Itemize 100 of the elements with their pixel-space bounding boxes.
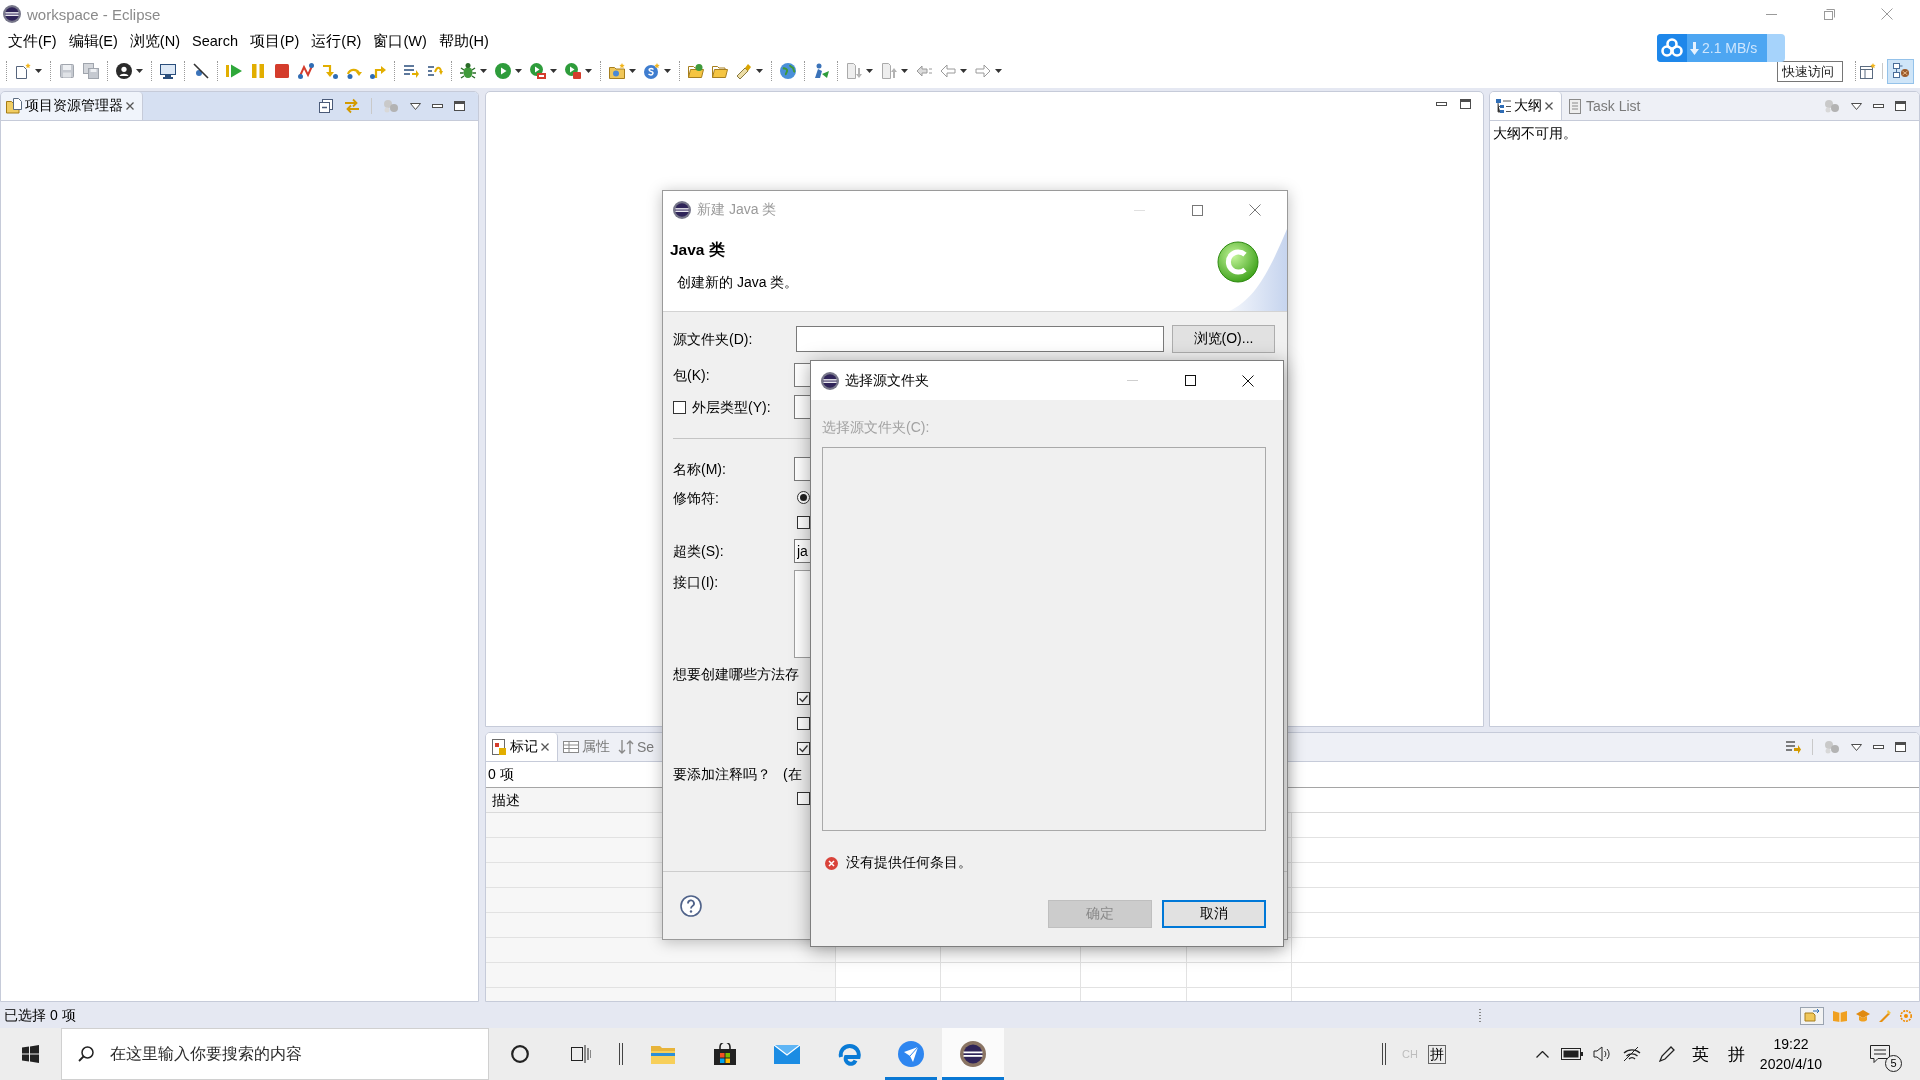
panel-tab[interactable]: Se [613,733,658,761]
menu-item[interactable]: 运行(R) [305,29,368,53]
quick-access-field[interactable]: 快速访问 [1777,60,1843,82]
lines-arrow-icon[interactable] [1785,739,1801,755]
arrow-lines-icon[interactable] [916,63,932,79]
minimize-icon[interactable] [1873,745,1884,749]
caret-icon[interactable] [585,69,592,73]
notification-icon[interactable] [1870,1045,1890,1063]
search-field[interactable]: 在这里输入你要搜索的内容 [61,1028,489,1080]
perspective-button[interactable] [1887,58,1914,84]
view-menu-icon[interactable] [410,102,421,110]
view-menu-icon[interactable] [1851,102,1862,110]
menu-item[interactable]: Search [186,31,244,51]
minimize-icon[interactable] [1436,102,1447,106]
volume-icon[interactable] [1592,1046,1610,1062]
battery-icon[interactable] [1561,1048,1583,1060]
menu-item[interactable]: 项目(P) [243,29,306,53]
bar-play-icon[interactable] [226,63,242,79]
menu-item[interactable]: 帮助(H) [432,29,495,53]
lines-arrow-icon[interactable] [403,63,419,79]
panel-tab[interactable]: 标记 [486,733,558,761]
user-circle-icon[interactable] [116,63,132,79]
caret-icon[interactable] [136,69,143,73]
menu-item[interactable]: 文件(F) [2,29,63,53]
maximize-icon[interactable] [1895,101,1906,111]
caret-icon[interactable] [664,69,671,73]
crossed-dot-icon[interactable] [193,63,209,79]
input-language[interactable]: 英 [1691,1042,1709,1066]
maximize-icon[interactable] [1184,375,1196,386]
caret-icon[interactable] [35,69,42,73]
close-icon[interactable] [1242,374,1254,387]
figure-arrow-icon[interactable] [813,63,829,79]
dialog-button[interactable]: 取消 [1162,900,1266,928]
new-file-icon[interactable] [15,63,31,79]
folder-icon[interactable] [651,1044,675,1064]
ring-icon[interactable] [511,1045,529,1063]
close-icon[interactable] [1545,102,1553,110]
stop-icon[interactable] [274,63,290,79]
checkbox[interactable] [797,792,810,805]
view-menu-icon[interactable] [1851,743,1862,751]
checkbox[interactable] [673,400,686,414]
maximize-icon[interactable] [1460,99,1471,109]
task-view-icon[interactable] [570,1045,591,1063]
radio-button[interactable] [797,491,810,504]
zigzag-icon[interactable] [298,63,314,79]
restore-icon[interactable] [1823,8,1835,20]
ime-mode-indicator[interactable]: 拼 [1428,1044,1446,1064]
caret-icon[interactable] [960,69,967,73]
checkbox[interactable] [797,692,810,705]
browser-icon[interactable] [837,1042,861,1066]
play-badge-icon[interactable] [530,63,546,79]
caret-icon[interactable] [515,69,522,73]
text-field[interactable] [796,326,1164,352]
panel-tab[interactable]: 大纲 [1490,92,1562,120]
monitor-icon[interactable] [160,63,176,79]
folder-open-icon[interactable] [712,63,728,79]
menu-item[interactable]: 浏览(N) [123,29,186,53]
folder-ball-icon[interactable] [688,63,704,79]
mail-icon[interactable] [774,1044,800,1064]
browse-button[interactable]: 浏览(O)... [1172,325,1275,353]
checkbox[interactable] [797,516,810,529]
minimize-icon[interactable] [432,104,443,108]
play-case-icon[interactable] [565,63,581,79]
caret-icon[interactable] [550,69,557,73]
maximize-icon[interactable] [1895,742,1906,752]
folder-star-icon[interactable] [609,63,625,79]
caret-icon[interactable] [866,69,873,73]
collapse-all-icon[interactable] [319,99,333,113]
start-icon[interactable] [22,1045,39,1063]
paper-plane-icon[interactable] [898,1041,924,1067]
caret-icon[interactable] [901,69,908,73]
menu-item[interactable]: 窗口(W) [367,29,433,53]
clock-time[interactable]: 19:22 [1773,1034,1809,1054]
app-logo-icon[interactable] [960,1041,986,1067]
caret-icon[interactable] [756,69,763,73]
cloud-logo-icon[interactable] [1657,34,1687,62]
help-icon[interactable] [680,894,702,917]
panel-tab[interactable]: 属性 [558,733,613,761]
caret-icon[interactable] [995,69,1002,73]
minimize-icon[interactable] [1873,104,1884,108]
pencil-icon[interactable] [736,63,752,79]
maximize-icon[interactable] [454,101,465,111]
bug-icon[interactable] [460,63,476,79]
ime-mode[interactable]: 拼 [1727,1042,1745,1066]
close-icon[interactable] [541,743,549,751]
chevron-up-icon[interactable] [1535,1050,1549,1058]
caret-icon[interactable] [480,69,487,73]
panel-tab[interactable]: Task List [1562,92,1644,120]
clock-date[interactable]: 2020/4/10 [1759,1054,1823,1074]
hook-arrow-down-icon[interactable] [322,63,338,79]
panel-tab[interactable]: 项目资源管理器 [1,92,143,120]
wifi-icon[interactable] [1623,1046,1641,1062]
bag-icon[interactable] [714,1043,736,1065]
caret-icon[interactable] [629,69,636,73]
hook-arrow-up-icon[interactable] [370,63,386,79]
lines-curve-icon[interactable] [427,63,443,79]
taskbar-app-button[interactable] [942,1028,1004,1080]
menu-item[interactable]: 编辑(E) [62,29,124,53]
checkbox[interactable] [797,742,810,755]
close-icon[interactable] [126,102,134,110]
